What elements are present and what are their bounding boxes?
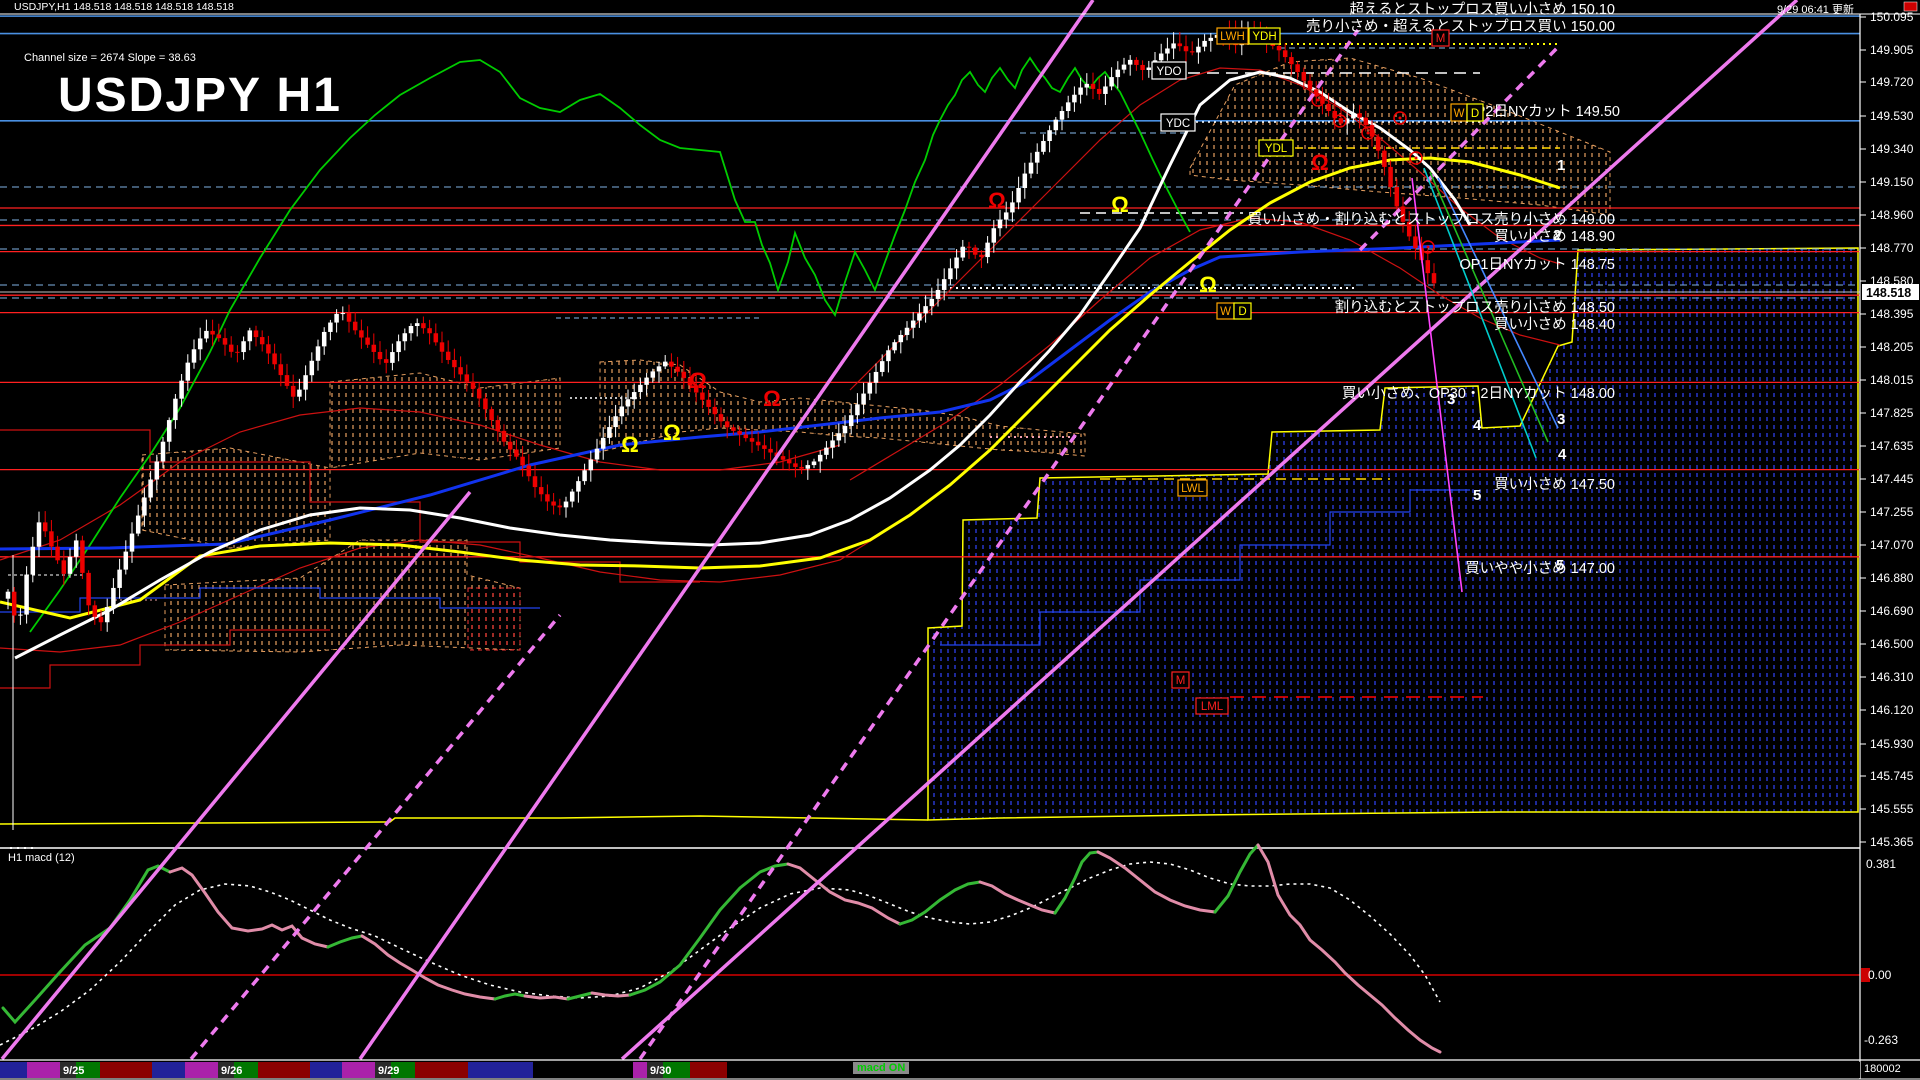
svg-text:9/25: 9/25 xyxy=(63,1065,84,1077)
svg-text:3: 3 xyxy=(1557,411,1565,428)
svg-text:149.530: 149.530 xyxy=(1870,109,1914,123)
price-annotation[interactable]: 買いやや小さめ 147.00 xyxy=(1465,560,1615,577)
svg-text:147.635: 147.635 xyxy=(1870,439,1914,453)
macd-indicator-label: H1 macd (12) xyxy=(8,852,75,864)
svg-text:YDH: YDH xyxy=(1252,31,1276,43)
chart-watermark: USDJPY H1 xyxy=(58,68,342,123)
price-annotation[interactable]: 超えるとストップロス買い小さめ 150.10 xyxy=(1350,1,1615,18)
svg-text:LWL: LWL xyxy=(1181,483,1204,495)
svg-text:146.310: 146.310 xyxy=(1870,670,1914,684)
svg-text:149.720: 149.720 xyxy=(1870,75,1914,89)
svg-text:9/29: 9/29 xyxy=(378,1065,399,1077)
svg-text:148.395: 148.395 xyxy=(1870,307,1914,321)
svg-text:Ω: Ω xyxy=(663,420,681,445)
svg-text:Ω: Ω xyxy=(988,188,1006,213)
price-annotation[interactable]: 買い小さめ 148.40 xyxy=(1494,316,1615,333)
svg-text:YDL: YDL xyxy=(1265,143,1288,155)
svg-text:4: 4 xyxy=(1473,417,1482,434)
svg-text:LWH: LWH xyxy=(1220,31,1245,43)
svg-text:148.205: 148.205 xyxy=(1870,340,1914,354)
svg-text:147.255: 147.255 xyxy=(1870,505,1914,519)
svg-text:5: 5 xyxy=(1556,557,1564,574)
svg-text:M: M xyxy=(1436,33,1446,45)
last-update-time: 9/29 06:41 更新 xyxy=(1777,1,1854,17)
svg-text:147.070: 147.070 xyxy=(1870,538,1914,552)
svg-text:146.690: 146.690 xyxy=(1870,604,1914,618)
svg-text:148.015: 148.015 xyxy=(1870,373,1914,387)
svg-text:YDC: YDC xyxy=(1166,118,1190,130)
price-annotation[interactable]: 買い小さめ 147.50 xyxy=(1494,476,1615,493)
svg-text:149.905: 149.905 xyxy=(1870,43,1914,57)
svg-text:-0.263: -0.263 xyxy=(1864,1033,1898,1047)
chart-canvas[interactable]: ΩΩΩΩΩΩΩΩ150.095149.905149.720149.530149.… xyxy=(0,0,1920,1080)
price-annotation[interactable]: 売り小さめ・超えるとストップロス買い 150.00 xyxy=(1306,18,1615,35)
svg-text:5: 5 xyxy=(1473,487,1481,504)
svg-text:D: D xyxy=(1238,306,1246,318)
svg-text:9/26: 9/26 xyxy=(221,1065,242,1077)
svg-text:148.960: 148.960 xyxy=(1870,208,1914,222)
trading-chart-window: ΩΩΩΩΩΩΩΩ150.095149.905149.720149.530149.… xyxy=(0,0,1920,1080)
svg-text:D: D xyxy=(1471,108,1479,120)
svg-text:1: 1 xyxy=(1557,157,1565,174)
svg-text:3: 3 xyxy=(1447,391,1455,408)
svg-text:W: W xyxy=(1454,108,1465,120)
svg-text:LML: LML xyxy=(1201,701,1224,713)
svg-text:147.825: 147.825 xyxy=(1870,406,1914,420)
svg-text:Ω: Ω xyxy=(1311,150,1329,175)
price-annotation[interactable]: 買い小さめ・割り込むとストップロス売り小さめ 149.00 xyxy=(1248,211,1615,228)
svg-text:148.518: 148.518 xyxy=(1866,286,1911,300)
svg-text:145.365: 145.365 xyxy=(1870,835,1914,849)
svg-text:146.500: 146.500 xyxy=(1870,637,1914,651)
svg-text:4: 4 xyxy=(1558,446,1567,463)
svg-text:145.745: 145.745 xyxy=(1870,769,1914,783)
svg-text:Ω: Ω xyxy=(1199,272,1217,297)
svg-text:W: W xyxy=(1220,306,1231,318)
price-annotation[interactable]: OP2日NYカット 149.50 xyxy=(1464,104,1620,120)
svg-text:Ω: Ω xyxy=(689,368,707,393)
svg-text:M: M xyxy=(1176,675,1186,687)
svg-text:150.095: 150.095 xyxy=(1870,10,1914,24)
svg-text:Ω: Ω xyxy=(1111,192,1129,217)
price-annotation[interactable]: 買い小さめ、OP30・2日NYカット 148.00 xyxy=(1342,385,1615,402)
svg-text:149.340: 149.340 xyxy=(1870,142,1914,156)
svg-text:149.150: 149.150 xyxy=(1870,175,1914,189)
symbol-quote-line: USDJPY,H1 148.518 148.518 148.518 148.51… xyxy=(14,1,234,13)
svg-text:145.555: 145.555 xyxy=(1870,802,1914,816)
svg-text:Ω: Ω xyxy=(621,432,639,457)
svg-text:148.770: 148.770 xyxy=(1870,241,1914,255)
svg-text:YDO: YDO xyxy=(1157,66,1182,78)
tick-counter: 180002 xyxy=(1864,1063,1901,1075)
price-annotation[interactable]: OP1日NYカット 148.75 xyxy=(1459,257,1615,273)
svg-text:146.120: 146.120 xyxy=(1870,703,1914,717)
macd-on-button[interactable]: macd ON xyxy=(853,1062,909,1074)
session-timeline[interactable]: 9/25 9/26 9/29 9/30 xyxy=(0,1062,1860,1078)
svg-text:146.880: 146.880 xyxy=(1870,571,1914,585)
svg-text:2: 2 xyxy=(1553,227,1561,244)
svg-text:145.930: 145.930 xyxy=(1870,737,1914,751)
svg-text:Ω: Ω xyxy=(763,386,781,411)
svg-text:9/30: 9/30 xyxy=(650,1065,671,1077)
price-annotation[interactable]: 割り込むとストップロス売り小さめ 148.50 xyxy=(1335,299,1615,316)
svg-text:0.381: 0.381 xyxy=(1866,857,1896,871)
channel-info-label: Channel size = 2674 Slope = 38.63 xyxy=(24,52,196,64)
svg-text:0.00: 0.00 xyxy=(1868,968,1892,982)
svg-text:147.445: 147.445 xyxy=(1870,472,1914,486)
